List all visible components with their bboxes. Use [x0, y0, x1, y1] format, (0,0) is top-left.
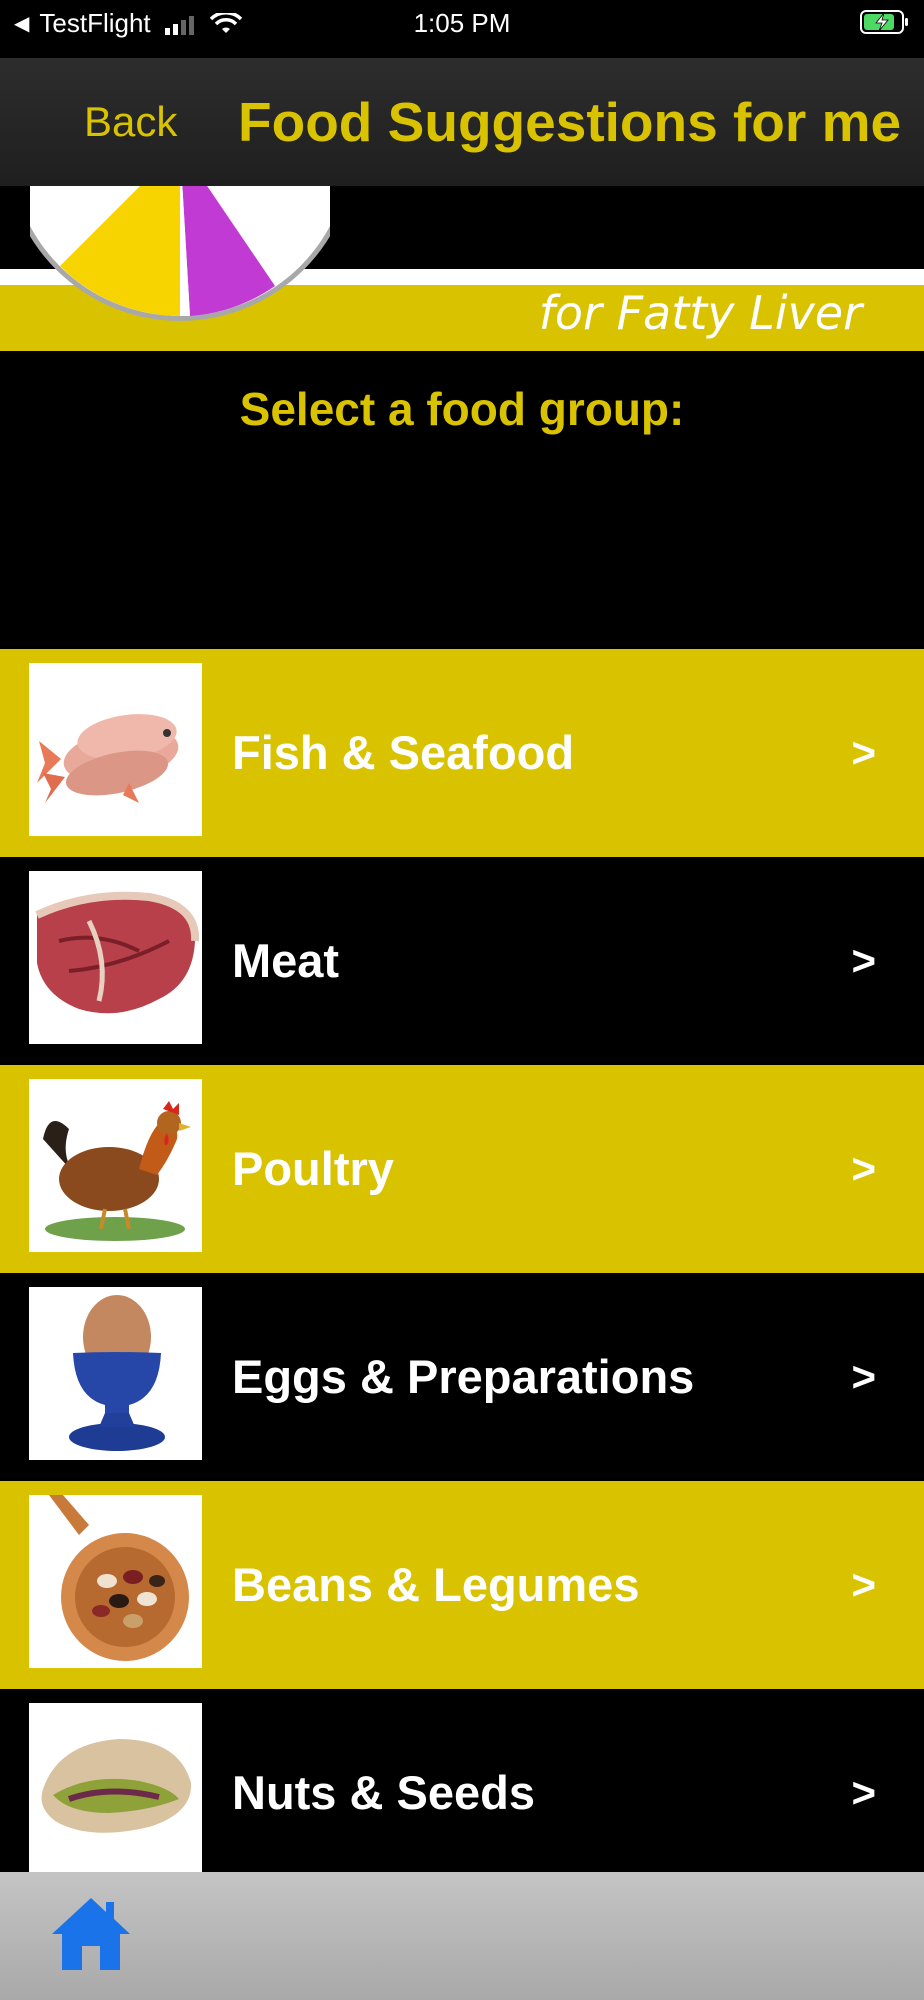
- food-group-label: Fish & Seafood: [232, 726, 575, 779]
- page-title: Food Suggestions for me: [238, 91, 902, 153]
- food-group-label: Eggs & Preparations: [232, 1350, 695, 1403]
- chevron-right-icon: >: [851, 1353, 876, 1400]
- battery-charging-icon: [860, 10, 908, 34]
- home-icon[interactable]: [48, 1894, 134, 1974]
- pistachio-image: [29, 1703, 202, 1876]
- app-banner: for Fatty Liver: [0, 186, 924, 351]
- food-group-row-poultry[interactable]: Poultry >: [0, 1065, 924, 1273]
- status-bar: ◀ TestFlight 1:05 PM: [0, 0, 924, 58]
- food-group-row-fish-seafood[interactable]: Fish & Seafood >: [0, 649, 924, 857]
- back-button[interactable]: Back: [84, 98, 177, 146]
- rooster-image: [29, 1079, 202, 1252]
- banner-subtitle: for Fatty Liver: [538, 286, 862, 340]
- food-group-row-eggs-preparations[interactable]: Eggs & Preparations >: [0, 1273, 924, 1481]
- bottom-toolbar: [0, 1872, 924, 2000]
- chevron-right-icon: >: [851, 729, 876, 776]
- egg-cup-image: [29, 1287, 202, 1460]
- clock: 1:05 PM: [413, 8, 511, 38]
- food-group-label: Meat: [232, 934, 340, 987]
- fish-image: [29, 663, 202, 836]
- food-group-row-meat[interactable]: Meat >: [0, 857, 924, 1065]
- food-group-list: Fish & Seafood > Meat > Poultry > Eggs &…: [0, 649, 924, 1897]
- food-group-label: Beans & Legumes: [232, 1558, 640, 1611]
- food-group-row-nuts-seeds[interactable]: Nuts & Seeds >: [0, 1689, 924, 1897]
- chevron-right-icon: >: [851, 1769, 876, 1816]
- beans-spoon-image: [29, 1495, 202, 1668]
- plate-logo-icon: [30, 186, 330, 321]
- food-group-label: Poultry: [232, 1142, 394, 1195]
- food-group-prompt: Select a food group:: [239, 383, 685, 435]
- chevron-right-icon: >: [851, 937, 876, 984]
- chevron-right-icon: >: [851, 1145, 876, 1192]
- chevron-right-icon: >: [851, 1561, 876, 1608]
- food-group-row-beans-legumes[interactable]: Beans & Legumes >: [0, 1481, 924, 1689]
- steak-image: [29, 871, 202, 1044]
- navigation-bar: Back Food Suggestions for me: [0, 58, 924, 186]
- food-group-label: Nuts & Seeds: [232, 1766, 535, 1819]
